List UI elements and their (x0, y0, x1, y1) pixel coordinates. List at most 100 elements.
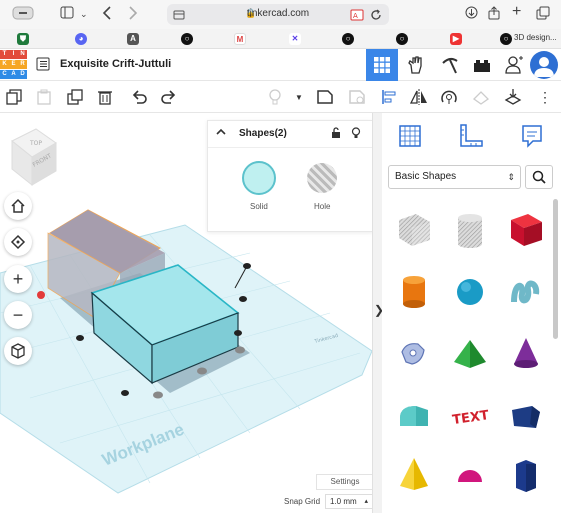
copy-button[interactable] (5, 88, 23, 106)
shape-box-hole[interactable] (386, 201, 442, 259)
round-roof-icon (400, 406, 428, 426)
settings-button[interactable]: Settings (316, 474, 374, 490)
notes-visibility-button[interactable] (348, 88, 366, 106)
panel-collapse-strip[interactable]: ❯ (372, 113, 384, 513)
tab-basic-shapes[interactable] (393, 119, 427, 153)
collapse-icon[interactable] (216, 127, 226, 140)
discord-icon[interactable]: ◕ (75, 33, 87, 45)
shape-polygon[interactable] (498, 387, 554, 445)
cruise-button[interactable] (440, 88, 458, 106)
circle-icon[interactable]: ○ (181, 33, 193, 45)
copy-icon (6, 89, 22, 105)
shape-pyramid[interactable] (386, 449, 442, 499)
bricks-view-button[interactable] (434, 49, 466, 81)
shape-roof[interactable] (442, 325, 498, 383)
x-icon[interactable]: ✕ (289, 33, 301, 45)
export-button[interactable] (504, 88, 522, 106)
shape-text[interactable]: TEXT (442, 387, 498, 445)
browser-menu-icon[interactable] (12, 6, 34, 24)
mirror-icon (410, 89, 427, 105)
shape-generator[interactable] (386, 325, 442, 383)
project-title[interactable]: Exquisite Crift-Juttuli (60, 58, 171, 70)
more-menu-icon[interactable]: ⋮ (536, 88, 554, 106)
sidebar-toggle-icon[interactable] (60, 6, 74, 23)
tab-overview-icon[interactable] (536, 6, 550, 24)
polygon-icon (512, 406, 540, 428)
view-cube[interactable]: TOP FRONT (10, 127, 58, 187)
solid-button[interactable] (242, 161, 276, 195)
light-dropdown-icon[interactable]: ▼ (290, 88, 308, 106)
undo-button[interactable] (130, 88, 148, 106)
lightbulb-icon[interactable] (351, 126, 361, 144)
search-button[interactable] (525, 165, 553, 189)
translate-icon[interactable]: A (350, 8, 364, 26)
design-list-icon[interactable] (36, 57, 50, 71)
text-icon: TEXT (451, 408, 490, 428)
share-icon[interactable] (488, 6, 500, 24)
group-button[interactable] (472, 88, 490, 106)
hole-button[interactable] (307, 163, 337, 193)
chevron-updown-icon: ▴ (364, 498, 368, 505)
a-icon[interactable]: A (127, 33, 139, 45)
shape-box[interactable] (498, 201, 554, 259)
library-scrollbar[interactable] (553, 199, 558, 339)
circle-icon[interactable]: ○ (500, 33, 512, 45)
sim-lab-button[interactable] (466, 49, 498, 81)
app-header: TIN KER CAD Exquisite Crift-Juttuli (0, 49, 561, 81)
circle-icon[interactable]: ○ (396, 33, 408, 45)
shape-hexagonal-prism[interactable] (498, 449, 554, 499)
cylinder-hole-icon (458, 214, 482, 248)
light-button[interactable] (266, 88, 284, 106)
gmail-icon[interactable]: M (234, 33, 246, 45)
shape-scribble[interactable] (498, 263, 554, 321)
edit-toolbar: ▼ ⋮ (0, 81, 561, 113)
mirror-button[interactable] (410, 88, 428, 106)
shape-cone[interactable] (498, 325, 554, 383)
lock-icon[interactable] (331, 126, 341, 144)
delete-button[interactable] (96, 88, 114, 106)
bookmark-3d-design[interactable]: 3D design... (514, 33, 557, 42)
minus-icon: − (12, 304, 24, 325)
circle-icon[interactable]: ○ (342, 33, 354, 45)
tab-ruler[interactable] (454, 119, 488, 153)
paste-button[interactable] (35, 88, 53, 106)
3d-design-view-button[interactable] (366, 49, 398, 81)
shape-half-sphere[interactable] (442, 449, 498, 499)
avatar[interactable] (530, 51, 558, 79)
downloads-icon[interactable] (465, 6, 478, 23)
back-icon[interactable] (102, 6, 112, 24)
ruler-icon (460, 124, 483, 147)
blocks-view-button[interactable] (400, 49, 432, 81)
shape-sphere[interactable] (442, 263, 498, 321)
invite-user-button[interactable] (498, 49, 530, 81)
fit-view-button[interactable] (4, 228, 32, 256)
tab-notes[interactable] (515, 119, 549, 153)
shield-icon[interactable]: ⛊ (17, 33, 29, 45)
redo-button[interactable] (160, 88, 178, 106)
reload-icon[interactable] (370, 8, 382, 26)
note-button[interactable] (316, 88, 334, 106)
forward-icon[interactable] (128, 6, 138, 24)
zoom-out-button[interactable]: − (4, 301, 32, 329)
note-icon (317, 90, 333, 104)
divider (208, 147, 372, 148)
home-view-button[interactable] (4, 192, 32, 220)
shape-cylinder-hole[interactable] (442, 201, 498, 259)
new-tab-icon[interactable]: + (512, 4, 521, 20)
tinkercad-logo[interactable]: TIN KER CAD (0, 50, 28, 80)
shape-round-roof[interactable] (386, 387, 442, 445)
cylinder-icon (403, 276, 425, 308)
solid-label: Solid (250, 202, 268, 211)
category-select[interactable]: Basic Shapes ⇕ (388, 165, 521, 189)
snap-grid-select[interactable]: 1.0 mm ▴ (325, 494, 373, 509)
notes-visibility-icon (349, 90, 365, 104)
ortho-view-button[interactable] (4, 337, 32, 365)
zoom-in-button[interactable]: + (4, 265, 32, 293)
chevron-down-icon[interactable]: ⌄ (80, 6, 88, 22)
address-bar[interactable]: 🔒 tinkercad.com A (167, 4, 389, 25)
youtube-icon[interactable]: ▶ (450, 33, 462, 45)
shape-cylinder[interactable] (386, 263, 442, 321)
align-button[interactable] (380, 88, 398, 106)
hexagonal-prism-icon (516, 460, 536, 492)
duplicate-button[interactable] (66, 88, 84, 106)
